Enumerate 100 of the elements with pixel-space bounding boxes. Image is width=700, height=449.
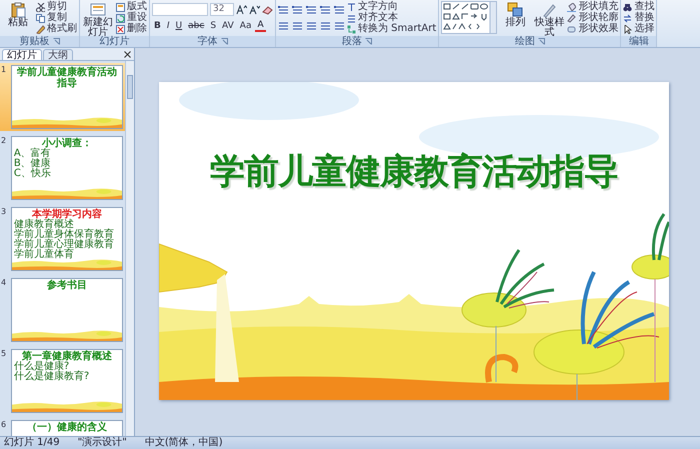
font-name-field[interactable] bbox=[152, 3, 208, 16]
format-button[interactable]: abc bbox=[186, 20, 206, 32]
ribbon-small-button[interactable]: 对齐文本 bbox=[347, 12, 436, 23]
group-label: 段落 bbox=[342, 36, 362, 47]
thumbnail-title: 第一章健康教育概述 bbox=[22, 351, 112, 362]
shape-effect-icon bbox=[567, 24, 576, 34]
format-button[interactable]: Aa bbox=[238, 20, 254, 32]
slide-title: 学前儿童健康教育活动指导 bbox=[209, 151, 619, 194]
reset-icon bbox=[116, 14, 125, 22]
shapes-gallery-icon[interactable] bbox=[441, 1, 498, 34]
panel-tab[interactable]: 幻灯片 bbox=[2, 48, 42, 60]
slide-icon bbox=[90, 2, 106, 18]
thumbnail-bullet: 学前儿童体育 bbox=[14, 250, 74, 260]
dialog-launcher-icon[interactable] bbox=[538, 38, 545, 45]
ribbon-small-button[interactable]: 删除 bbox=[116, 23, 147, 34]
slide-number: 6 bbox=[1, 420, 8, 431]
group-label: 幻灯片 bbox=[100, 36, 130, 47]
pointer-icon bbox=[623, 24, 632, 34]
paint-bucket-icon bbox=[567, 2, 576, 12]
format-button[interactable]: AV bbox=[220, 20, 236, 32]
dialog-launcher-icon[interactable] bbox=[220, 38, 228, 45]
align-text-icon bbox=[347, 14, 356, 22]
text-direction-icon bbox=[347, 2, 356, 12]
group-label: 字体 bbox=[198, 36, 218, 47]
ribbon-small-button[interactable]: 格式刷 bbox=[36, 23, 77, 34]
layout-icon bbox=[116, 2, 125, 12]
thumbnail-bullet: 什么是健康? bbox=[14, 362, 70, 372]
ribbon-small-button[interactable]: 转换为 SmartArt bbox=[347, 23, 436, 34]
line-spacing-icon[interactable] bbox=[334, 4, 345, 14]
format-button[interactable]: I bbox=[164, 20, 172, 32]
grow-font-icon[interactable] bbox=[236, 4, 247, 14]
shrink-font-icon[interactable] bbox=[249, 4, 260, 14]
close-icon[interactable] bbox=[124, 50, 131, 58]
scissors-icon bbox=[36, 2, 45, 12]
thumbnail-title: 小小调查： bbox=[42, 138, 92, 149]
align-left-icon[interactable] bbox=[278, 20, 289, 30]
ribbon-small-button[interactable]: 选择 bbox=[623, 23, 654, 34]
ribbon-small-button[interactable]: 形状轮廓 bbox=[567, 12, 618, 23]
ribbon-small-button[interactable]: 剪切 bbox=[36, 1, 77, 12]
ribbon-large-button[interactable]: 粘贴 bbox=[2, 1, 34, 28]
replace-icon bbox=[623, 14, 632, 22]
ribbon-large-button[interactable]: 快速样式 bbox=[533, 1, 566, 38]
increase-indent-icon[interactable] bbox=[320, 4, 331, 14]
status-text: 幻灯片 1/49 bbox=[4, 437, 60, 449]
group-label: 绘图 bbox=[514, 36, 535, 47]
thumbnail-bullet: C、快乐 bbox=[14, 169, 51, 179]
dialog-launcher-icon[interactable] bbox=[52, 38, 60, 45]
scrollbar-thumb[interactable] bbox=[127, 75, 133, 99]
numbering-icon[interactable] bbox=[292, 4, 303, 14]
thumbnail-bullet: A、富有 bbox=[14, 149, 51, 159]
ribbon-small-button[interactable]: 复制 bbox=[36, 12, 77, 23]
align-right-icon[interactable] bbox=[306, 20, 317, 30]
thumbnail-title: （一）健康的含义 bbox=[26, 422, 107, 433]
ribbon-small-button[interactable]: 文字方向 bbox=[347, 1, 436, 12]
scrollbar[interactable] bbox=[125, 61, 134, 436]
slide-thumbnail-row[interactable]: 1 学前儿童健康教育活动指导 bbox=[0, 63, 125, 131]
format-button[interactable]: B bbox=[152, 20, 163, 32]
thumbnail-title: 学前儿童健康教育活动指导 bbox=[16, 67, 118, 89]
format-button[interactable]: U bbox=[174, 20, 184, 32]
bullets-icon[interactable] bbox=[278, 4, 289, 14]
thumbnail-title: 参考书目 bbox=[46, 280, 87, 291]
ribbon-small-button[interactable]: 版式 bbox=[116, 1, 147, 12]
thumbnail-bullet: 学前儿童心理健康教育 bbox=[14, 240, 114, 250]
pen-outline-icon bbox=[567, 14, 576, 22]
slide-number: 2 bbox=[1, 136, 8, 147]
ribbon-small-button[interactable]: 形状填充 bbox=[567, 1, 618, 12]
format-button[interactable]: S bbox=[208, 20, 218, 32]
panel-tab[interactable]: 大纲 bbox=[43, 48, 73, 60]
group-label: 编辑 bbox=[628, 36, 649, 47]
ribbon-small-button[interactable]: 形状效果 bbox=[567, 23, 618, 34]
ribbon-small-button[interactable]: 替换 bbox=[623, 12, 654, 23]
smartart-icon bbox=[347, 24, 356, 34]
group-label: 剪贴板 bbox=[20, 36, 50, 47]
align-center-icon[interactable] bbox=[292, 20, 303, 30]
eraser-icon[interactable] bbox=[262, 4, 273, 14]
font-size-field[interactable]: 32 bbox=[210, 3, 234, 16]
clipboard-icon bbox=[10, 2, 26, 18]
format-button[interactable]: A bbox=[255, 20, 266, 32]
dialog-launcher-icon[interactable] bbox=[365, 38, 372, 45]
ribbon-small-button[interactable]: 查找 bbox=[623, 1, 654, 12]
brush-icon bbox=[541, 2, 558, 18]
binoculars-icon bbox=[623, 2, 632, 12]
copy-icon bbox=[36, 14, 45, 22]
slide-number: 1 bbox=[1, 65, 8, 76]
ribbon-large-button[interactable]: 排列 bbox=[499, 1, 532, 28]
slide-number: 5 bbox=[1, 349, 8, 360]
thumbnail-bullet: 什么是健康教育? bbox=[14, 372, 90, 382]
justify-icon[interactable] bbox=[320, 20, 331, 30]
shapes-stack-icon bbox=[507, 2, 524, 18]
decrease-indent-icon[interactable] bbox=[306, 4, 317, 14]
status-text: 中文(简体，中国) bbox=[144, 437, 223, 449]
thumbnail-bullet: 健康教育概述 bbox=[14, 220, 74, 230]
delete-icon bbox=[116, 24, 125, 34]
ribbon-small-button[interactable]: 重设 bbox=[116, 12, 147, 23]
slide-number: 4 bbox=[1, 278, 8, 289]
status-text: "演示设计" bbox=[78, 437, 127, 449]
thumbnail-bullet: B、健康 bbox=[14, 159, 51, 169]
columns-icon[interactable] bbox=[334, 20, 345, 30]
thumbnail-title: 本学期学习内容 bbox=[32, 209, 102, 220]
brush-icon bbox=[36, 24, 45, 34]
